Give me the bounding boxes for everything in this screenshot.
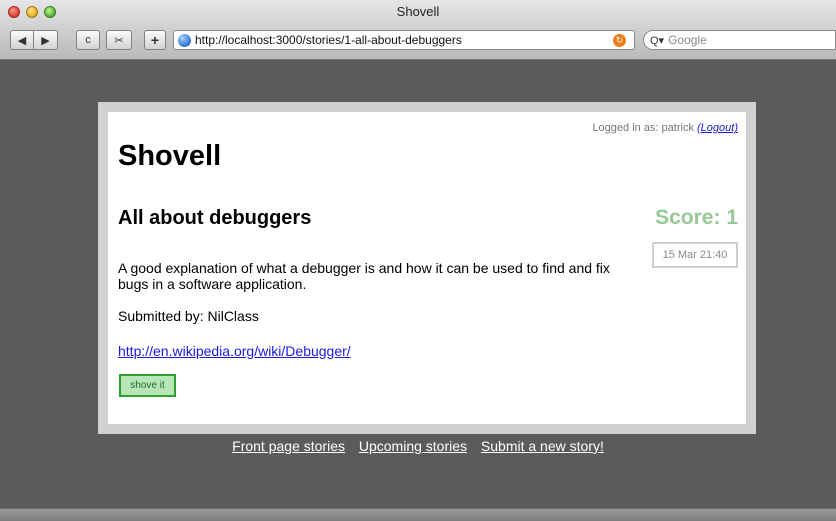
browser-titlebar: Shovell ◀ ▶ c ✂ + http://localhost:3000/… bbox=[0, 0, 836, 60]
submit-new-story-link[interactable]: Submit a new story! bbox=[481, 438, 604, 454]
story-date: 15 Mar 21:40 bbox=[652, 242, 738, 268]
logged-in-text: Logged in as: patrick bbox=[592, 122, 694, 134]
back-arrow-icon: ◀ bbox=[17, 34, 27, 47]
story-title: All about debuggers bbox=[118, 207, 312, 229]
login-status: Logged in as: patrick (Logout) bbox=[592, 122, 738, 134]
page-content: Logged in as: patrick (Logout) Shovell A… bbox=[108, 112, 746, 424]
search-placeholder: Google bbox=[668, 33, 707, 47]
snapback-button[interactable]: ✂ bbox=[106, 30, 132, 50]
score-display: Score: 1 bbox=[655, 206, 738, 229]
back-button[interactable]: ◀ bbox=[10, 30, 34, 50]
plus-icon: + bbox=[150, 32, 160, 48]
globe-icon bbox=[178, 33, 191, 47]
address-bar[interactable]: http://localhost:3000/stories/1-all-abou… bbox=[173, 30, 635, 50]
scissors-icon: ✂ bbox=[114, 34, 124, 47]
forward-arrow-icon: ▶ bbox=[41, 34, 50, 47]
story-description: A good explanation of what a debugger is… bbox=[118, 260, 610, 292]
add-bookmark-button[interactable]: + bbox=[144, 30, 166, 50]
reload-icon: c bbox=[85, 34, 91, 46]
rss-icon[interactable]: ↻ bbox=[613, 34, 626, 47]
forward-button[interactable]: ▶ bbox=[34, 30, 58, 50]
logout-link[interactable]: (Logout) bbox=[697, 122, 738, 134]
page-frame: Logged in as: patrick (Logout) Shovell A… bbox=[98, 102, 756, 434]
shove-it-button[interactable]: shove it bbox=[119, 374, 176, 397]
status-bar bbox=[0, 508, 836, 521]
front-page-stories-link[interactable]: Front page stories bbox=[232, 438, 345, 454]
search-field[interactable]: Q▾ Google bbox=[643, 30, 836, 50]
url-text[interactable]: http://localhost:3000/stories/1-all-abou… bbox=[195, 33, 462, 47]
search-icon[interactable]: Q▾ bbox=[650, 34, 664, 47]
upcoming-stories-link[interactable]: Upcoming stories bbox=[359, 438, 467, 454]
footer-nav: Front page stories Upcoming stories Subm… bbox=[0, 438, 836, 454]
site-title: Shovell bbox=[118, 140, 222, 172]
submitted-by: Submitted by: NilClass bbox=[118, 308, 259, 324]
story-link[interactable]: http://en.wikipedia.org/wiki/Debugger/ bbox=[118, 343, 351, 359]
window-title: Shovell bbox=[396, 4, 440, 19]
reload-button[interactable]: c bbox=[76, 30, 100, 50]
